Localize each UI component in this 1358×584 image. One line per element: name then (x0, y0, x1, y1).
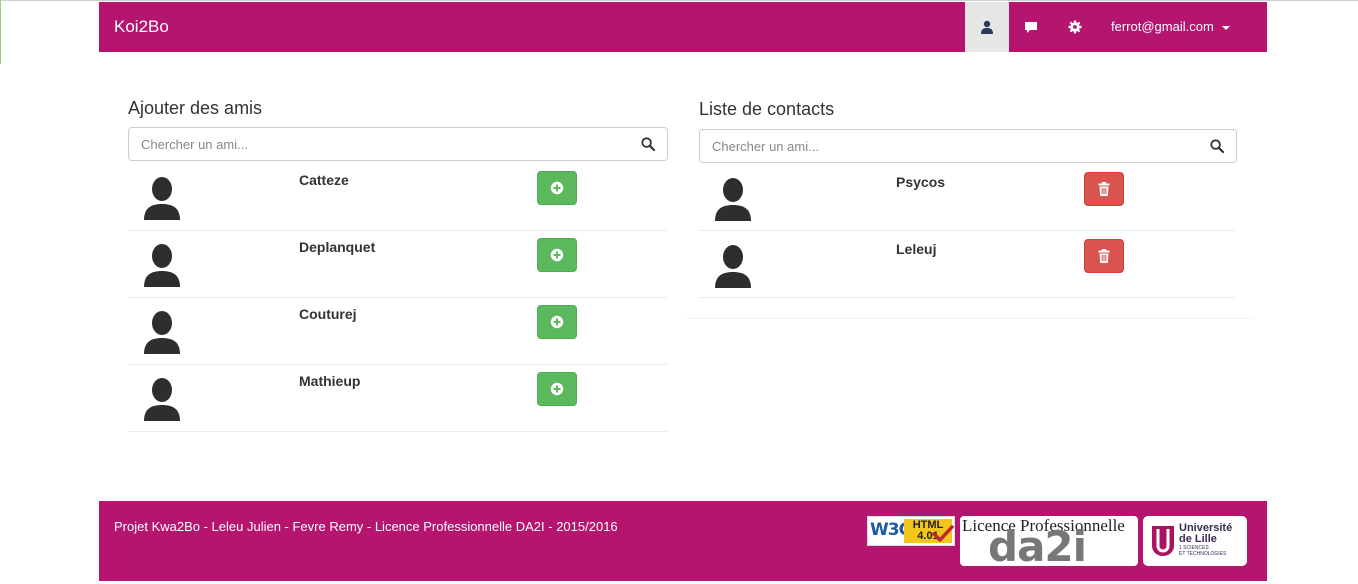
friend-name: Catteze (299, 172, 349, 188)
contact-name: Leleuj (896, 241, 937, 257)
contacts-panel-divider (685, 318, 1252, 319)
avatar (715, 245, 751, 288)
licence-pro-logo: Licence Professionnelle da2i (960, 516, 1138, 566)
list-item: Leleuj (699, 230, 1236, 298)
footer-credits: Projet Kwa2Bo - Leleu Julien - Fevre Rem… (114, 519, 618, 534)
search-icon (1209, 139, 1224, 153)
contacts-title: Liste de contacts (699, 99, 835, 119)
plus-circle-icon (550, 248, 564, 262)
contacts-search (699, 129, 1237, 163)
list-item: Deplanquet (128, 230, 667, 298)
add-friends-title: Ajouter des amis (128, 98, 263, 118)
plus-circle-icon (550, 315, 564, 329)
add-friend-button[interactable] (537, 305, 577, 339)
friend-name: Couturej (299, 306, 357, 322)
checkmark-icon (932, 525, 954, 542)
delete-contact-button[interactable] (1084, 239, 1124, 273)
contact-name: Psycos (896, 174, 946, 190)
contacts-search-button[interactable] (1197, 129, 1237, 163)
avatar (715, 178, 751, 221)
nav-messages-button[interactable] (1009, 2, 1053, 52)
add-friends-panel: Ajouter des amis Catteze Deplanquet (128, 96, 668, 436)
top-rule (0, 0, 1358, 1)
add-friends-search-input[interactable] (128, 127, 629, 161)
university-name: Université de Lille (1179, 523, 1232, 545)
navbar: Koi2Bo ferrot@gmail.com (99, 2, 1267, 52)
nav-profile-button[interactable] (965, 2, 1009, 52)
add-friends-search (128, 127, 668, 161)
user-menu-dropdown[interactable]: ferrot@gmail.com (1111, 2, 1230, 52)
avatar (144, 244, 180, 287)
university-logo: Université de Lille 1 SCIENCES ET TECHNO… (1143, 516, 1247, 566)
contacts-search-input[interactable] (699, 129, 1198, 163)
avatar (144, 378, 180, 421)
avatar (144, 311, 180, 354)
friend-name: Deplanquet (299, 239, 376, 255)
left-edge-mark (0, 0, 1, 64)
trash-icon (1098, 249, 1110, 263)
list-item: Psycos (699, 163, 1236, 231)
w3c-html-badge[interactable]: W3C HTML 4.01 (867, 516, 955, 546)
friend-name: Mathieup (299, 373, 361, 389)
search-icon (640, 137, 655, 151)
list-item: Catteze (128, 163, 667, 231)
caret-down-icon (1221, 25, 1230, 30)
contacts-panel: Liste de contacts Psycos (699, 96, 1237, 306)
footer: Projet Kwa2Bo - Leleu Julien - Fevre Rem… (99, 501, 1267, 581)
add-friends-search-button[interactable] (628, 127, 668, 161)
add-friend-button[interactable] (537, 171, 577, 205)
list-item: Mathieup (128, 364, 667, 432)
nav-settings-button[interactable] (1053, 2, 1097, 52)
avatar (144, 177, 180, 220)
university-line4: ET TECHNOLOGIES (1179, 551, 1227, 557)
list-item: Couturej (128, 297, 667, 365)
trash-icon (1098, 182, 1110, 196)
gear-icon (1068, 20, 1082, 34)
add-friend-button[interactable] (537, 238, 577, 272)
university-line2: de Lille (1179, 533, 1217, 545)
add-friend-button[interactable] (537, 372, 577, 406)
university-emblem-icon (1152, 526, 1174, 556)
user-icon (981, 20, 993, 34)
user-email: ferrot@gmail.com (1111, 19, 1214, 34)
plus-circle-icon (550, 382, 564, 396)
delete-contact-button[interactable] (1084, 172, 1124, 206)
comment-icon (1025, 21, 1037, 33)
da2i-label: da2i (988, 522, 1087, 567)
brand-link[interactable]: Koi2Bo (114, 2, 169, 52)
university-subtitle: 1 SCIENCES ET TECHNOLOGIES (1179, 545, 1226, 557)
plus-circle-icon (550, 181, 564, 195)
